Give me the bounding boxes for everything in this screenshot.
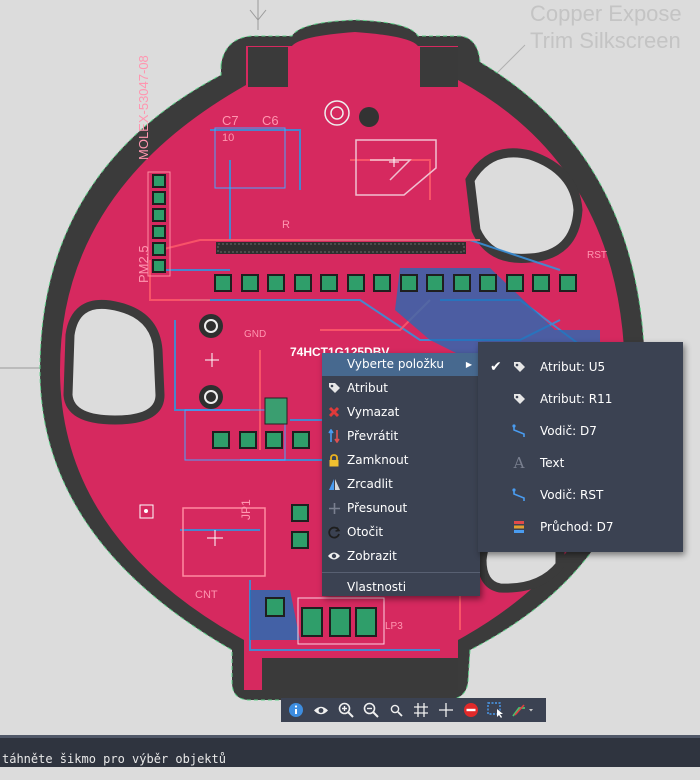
delete-x-icon [327, 405, 341, 419]
wire-icon [512, 424, 526, 438]
submenu-item-via-d7[interactable]: Průchod: D7 [478, 511, 683, 543]
tag-icon [512, 360, 526, 374]
zoom-in-button[interactable] [334, 700, 358, 720]
grid-button[interactable] [409, 700, 433, 720]
route-button[interactable] [509, 700, 537, 720]
info-button[interactable] [284, 700, 308, 720]
mirror-arrows-icon [327, 429, 341, 443]
menu-item-flip-label: Převrátit [347, 429, 399, 443]
menu-item-delete[interactable]: Vymazat [322, 400, 480, 424]
zoom-out-button[interactable] [359, 700, 383, 720]
view-toolbar [281, 698, 546, 722]
submenu-item-attribute-r11[interactable]: Atribut: R11 [478, 383, 683, 415]
submenu-item-label: Atribut: R11 [540, 392, 613, 406]
menu-item-lock-label: Zamknout [347, 453, 409, 467]
rotate-icon [327, 525, 341, 539]
menu-item-select-item-label: Vyberte položku [347, 357, 444, 371]
silk-c7: C7 [222, 113, 239, 128]
menu-item-mirror[interactable]: Zrcadlit [322, 472, 480, 496]
silk-c7-value: 10 [222, 132, 234, 144]
silk-lp3: LP3 [385, 621, 403, 632]
submenu-item-label: Text [540, 456, 565, 470]
checkmark-icon: ✔ [490, 359, 502, 375]
info-icon [289, 703, 303, 717]
move-cross-icon [327, 501, 341, 515]
menu-item-move[interactable]: Přesunout [322, 496, 480, 520]
submenu-item-label: Vodič: RST [540, 488, 604, 502]
crosshair-button[interactable] [434, 700, 458, 720]
silk-r: R [282, 219, 290, 231]
silk-pm25: PM2.5 [136, 245, 151, 283]
menu-item-lock[interactable]: Zamknout [322, 448, 480, 472]
menu-item-attribute[interactable]: Atribut [322, 376, 480, 400]
submenu-item-wire-rst[interactable]: Vodič: RST [478, 479, 683, 511]
submenu-item-attribute-u5[interactable]: ✔ Atribut: U5 [478, 351, 683, 383]
zoom-out-icon [363, 702, 379, 718]
submenu-item-label: Průchod: D7 [540, 520, 614, 534]
via-icon [512, 520, 526, 534]
text-icon: A [513, 454, 525, 472]
menu-item-properties-label: Vlastnosti [347, 580, 407, 594]
menu-item-rotate-label: Otočit [347, 525, 384, 539]
menu-item-show[interactable]: Zobrazit [322, 544, 480, 568]
silk-rst: RST [587, 250, 607, 261]
menu-item-move-label: Přesunout [347, 501, 408, 515]
menu-item-select-item[interactable]: Vyberte položku ▶ [322, 353, 480, 376]
silk-cnt: CNT [195, 589, 218, 601]
crosshair-icon [439, 703, 453, 717]
mirror-triangles-icon [327, 477, 341, 491]
submenu-item-wire-d7[interactable]: Vodič: D7 [478, 415, 683, 447]
tag-icon [327, 381, 341, 395]
zoom-in-icon [338, 702, 354, 718]
menu-item-mirror-label: Zrcadlit [347, 477, 393, 491]
lock-icon [327, 453, 341, 467]
layer-name-1: Copper Expose [530, 1, 682, 26]
route-icon [512, 704, 533, 717]
menu-item-rotate[interactable]: Otočit [322, 520, 480, 544]
visibility-button[interactable] [309, 700, 333, 720]
status-text: táhněte šikmo pro výběr objektů [2, 752, 226, 766]
layer-name-2: Trim Silkscreen [530, 28, 681, 53]
menu-item-flip[interactable]: Převrátit [322, 424, 480, 448]
silk-gnd: GND [244, 329, 266, 340]
stop-button[interactable] [459, 700, 483, 720]
menu-item-delete-label: Vymazat [347, 405, 400, 419]
tag-icon [512, 392, 526, 406]
menu-separator [322, 572, 480, 573]
eye-icon [314, 706, 328, 714]
select-area-button[interactable] [484, 700, 508, 720]
zoom-select-icon [390, 704, 403, 717]
submenu-arrow-icon: ▶ [465, 360, 472, 369]
submenu-item-label: Vodič: D7 [540, 424, 597, 438]
silk-c6: C6 [262, 113, 279, 128]
stop-icon [464, 703, 478, 717]
select-area-icon [487, 702, 503, 718]
menu-item-show-label: Zobrazit [347, 549, 397, 563]
eye-icon [327, 549, 341, 563]
grid-icon [414, 703, 428, 717]
menu-item-properties[interactable]: Vlastnosti [322, 575, 480, 599]
submenu-item-label: Atribut: U5 [540, 360, 606, 374]
context-menu: Vyberte položku ▶ Atribut Vymazat Převrá… [322, 353, 480, 596]
zoom-select-button[interactable] [384, 700, 408, 720]
silk-jp1: JP1 [239, 499, 253, 520]
silk-molex: MOLEX-53047-08 [136, 55, 151, 160]
wire-icon [512, 488, 526, 502]
menu-item-attribute-label: Atribut [347, 381, 388, 395]
submenu: ✔ Atribut: U5 Atribut: R11 Vodič: D7 A T… [478, 342, 683, 552]
status-bar: táhněte šikmo pro výběr objektů [0, 735, 700, 767]
submenu-item-text[interactable]: A Text [478, 447, 683, 479]
